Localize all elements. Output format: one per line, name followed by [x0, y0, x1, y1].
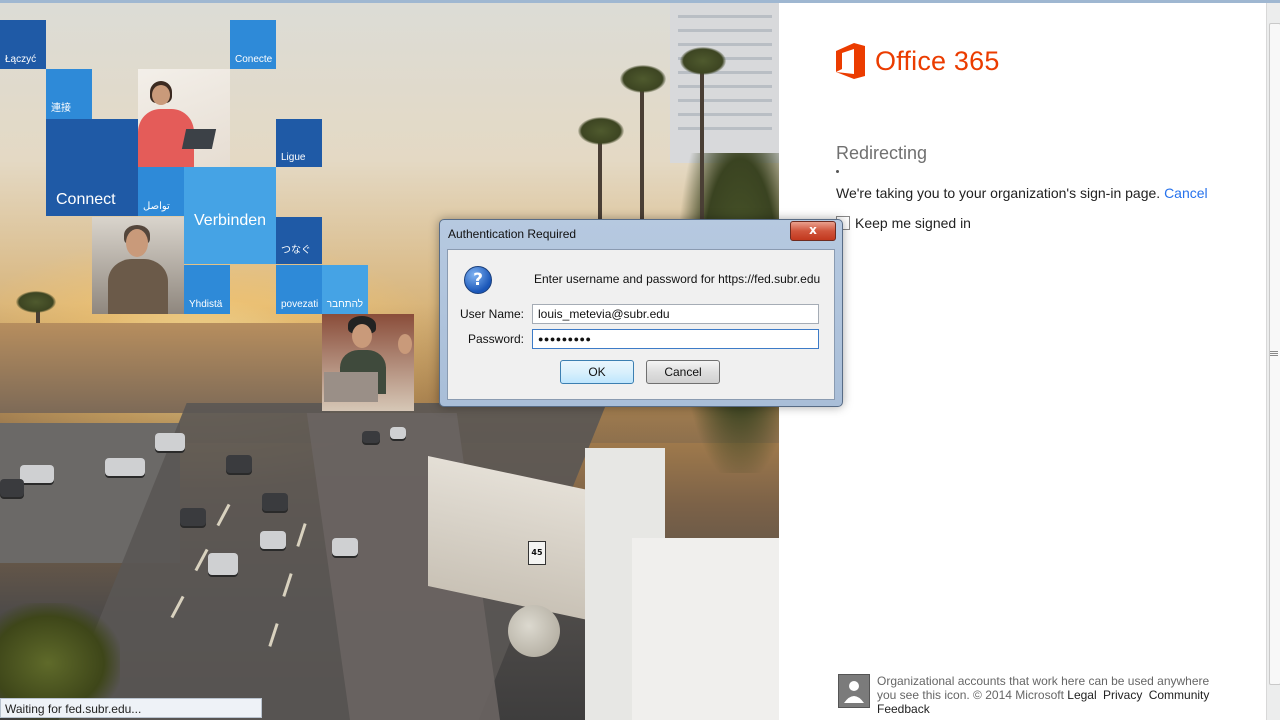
- organizational-account-icon: [838, 674, 870, 708]
- dialog-body: ? Enter username and password for https:…: [447, 249, 835, 400]
- password-field[interactable]: ●●●●●●●●●: [532, 329, 819, 349]
- browser-status-bar: Waiting for fed.subr.edu...: [0, 698, 262, 718]
- keep-signed-in[interactable]: Keep me signed in: [836, 215, 971, 231]
- footer-link-legal[interactable]: Legal: [1067, 688, 1096, 702]
- white-building: [632, 538, 779, 720]
- tile-conecte: Conecte: [230, 20, 276, 69]
- scrollbar-thumb[interactable]: [1269, 23, 1280, 685]
- tile-lianjie: 連接: [46, 69, 92, 119]
- footer-link-community[interactable]: Community: [1149, 688, 1210, 702]
- username-label: User Name:: [459, 307, 524, 321]
- dialog-title: Authentication Required: [448, 227, 577, 241]
- scrollbar-grip-icon: [1270, 351, 1278, 352]
- redirect-message: We're taking you to your organization's …: [836, 185, 1208, 201]
- redirect-title: Redirecting: [836, 143, 928, 163]
- dialog-message: Enter username and password for https://…: [534, 272, 821, 286]
- cancel-button[interactable]: Cancel: [646, 360, 720, 384]
- buildings: [0, 323, 330, 413]
- tile-tawasal: تواصل: [138, 167, 184, 216]
- question-icon: ?: [464, 266, 492, 294]
- office-logo-icon: [836, 43, 866, 79]
- password-label: Password:: [467, 332, 524, 346]
- tile-connect: Connect: [46, 119, 138, 216]
- keep-signed-in-label: Keep me signed in: [855, 215, 971, 231]
- authentication-dialog: Authentication Required x ? Enter userna…: [439, 219, 843, 407]
- tile-laczyc: Łączyć: [0, 20, 46, 69]
- tile-lehitchaber: להתחבר: [322, 265, 368, 314]
- tile-tsunagu: つなぐ: [276, 217, 322, 264]
- satellite-dish: [508, 605, 560, 657]
- tile-photo-people-laptop: [322, 314, 414, 411]
- ok-button[interactable]: OK: [560, 360, 634, 384]
- footer-link-privacy[interactable]: Privacy: [1103, 688, 1142, 702]
- progress-dot: [836, 170, 839, 173]
- footer-link-feedback[interactable]: Feedback: [877, 702, 930, 716]
- tile-photo-woman-laptop: [138, 69, 230, 167]
- brand-name: Office 365: [875, 45, 1000, 76]
- sign-in-panel: [779, 3, 1266, 720]
- office-tower: [670, 3, 779, 163]
- tile-verbinden: Verbinden: [184, 167, 276, 264]
- cancel-link[interactable]: Cancel: [1164, 185, 1208, 201]
- tile-photo-man-phone: [92, 217, 184, 314]
- username-field[interactable]: louis_metevia@subr.edu: [532, 304, 819, 324]
- close-button[interactable]: x: [790, 221, 836, 241]
- speed-limit-sign: 45: [528, 541, 546, 565]
- footer-text: Organizational accounts that work here c…: [877, 674, 1217, 716]
- tile-yhdista: Yhdistä: [184, 265, 230, 314]
- tile-povezati: povezati: [276, 265, 322, 314]
- office-365-logo: Office 365: [836, 43, 1000, 79]
- redirect-message-text: We're taking you to your organization's …: [836, 185, 1161, 201]
- palm-tree: [640, 83, 644, 233]
- tile-ligue: Ligue: [276, 119, 322, 167]
- vertical-scrollbar[interactable]: [1266, 3, 1280, 720]
